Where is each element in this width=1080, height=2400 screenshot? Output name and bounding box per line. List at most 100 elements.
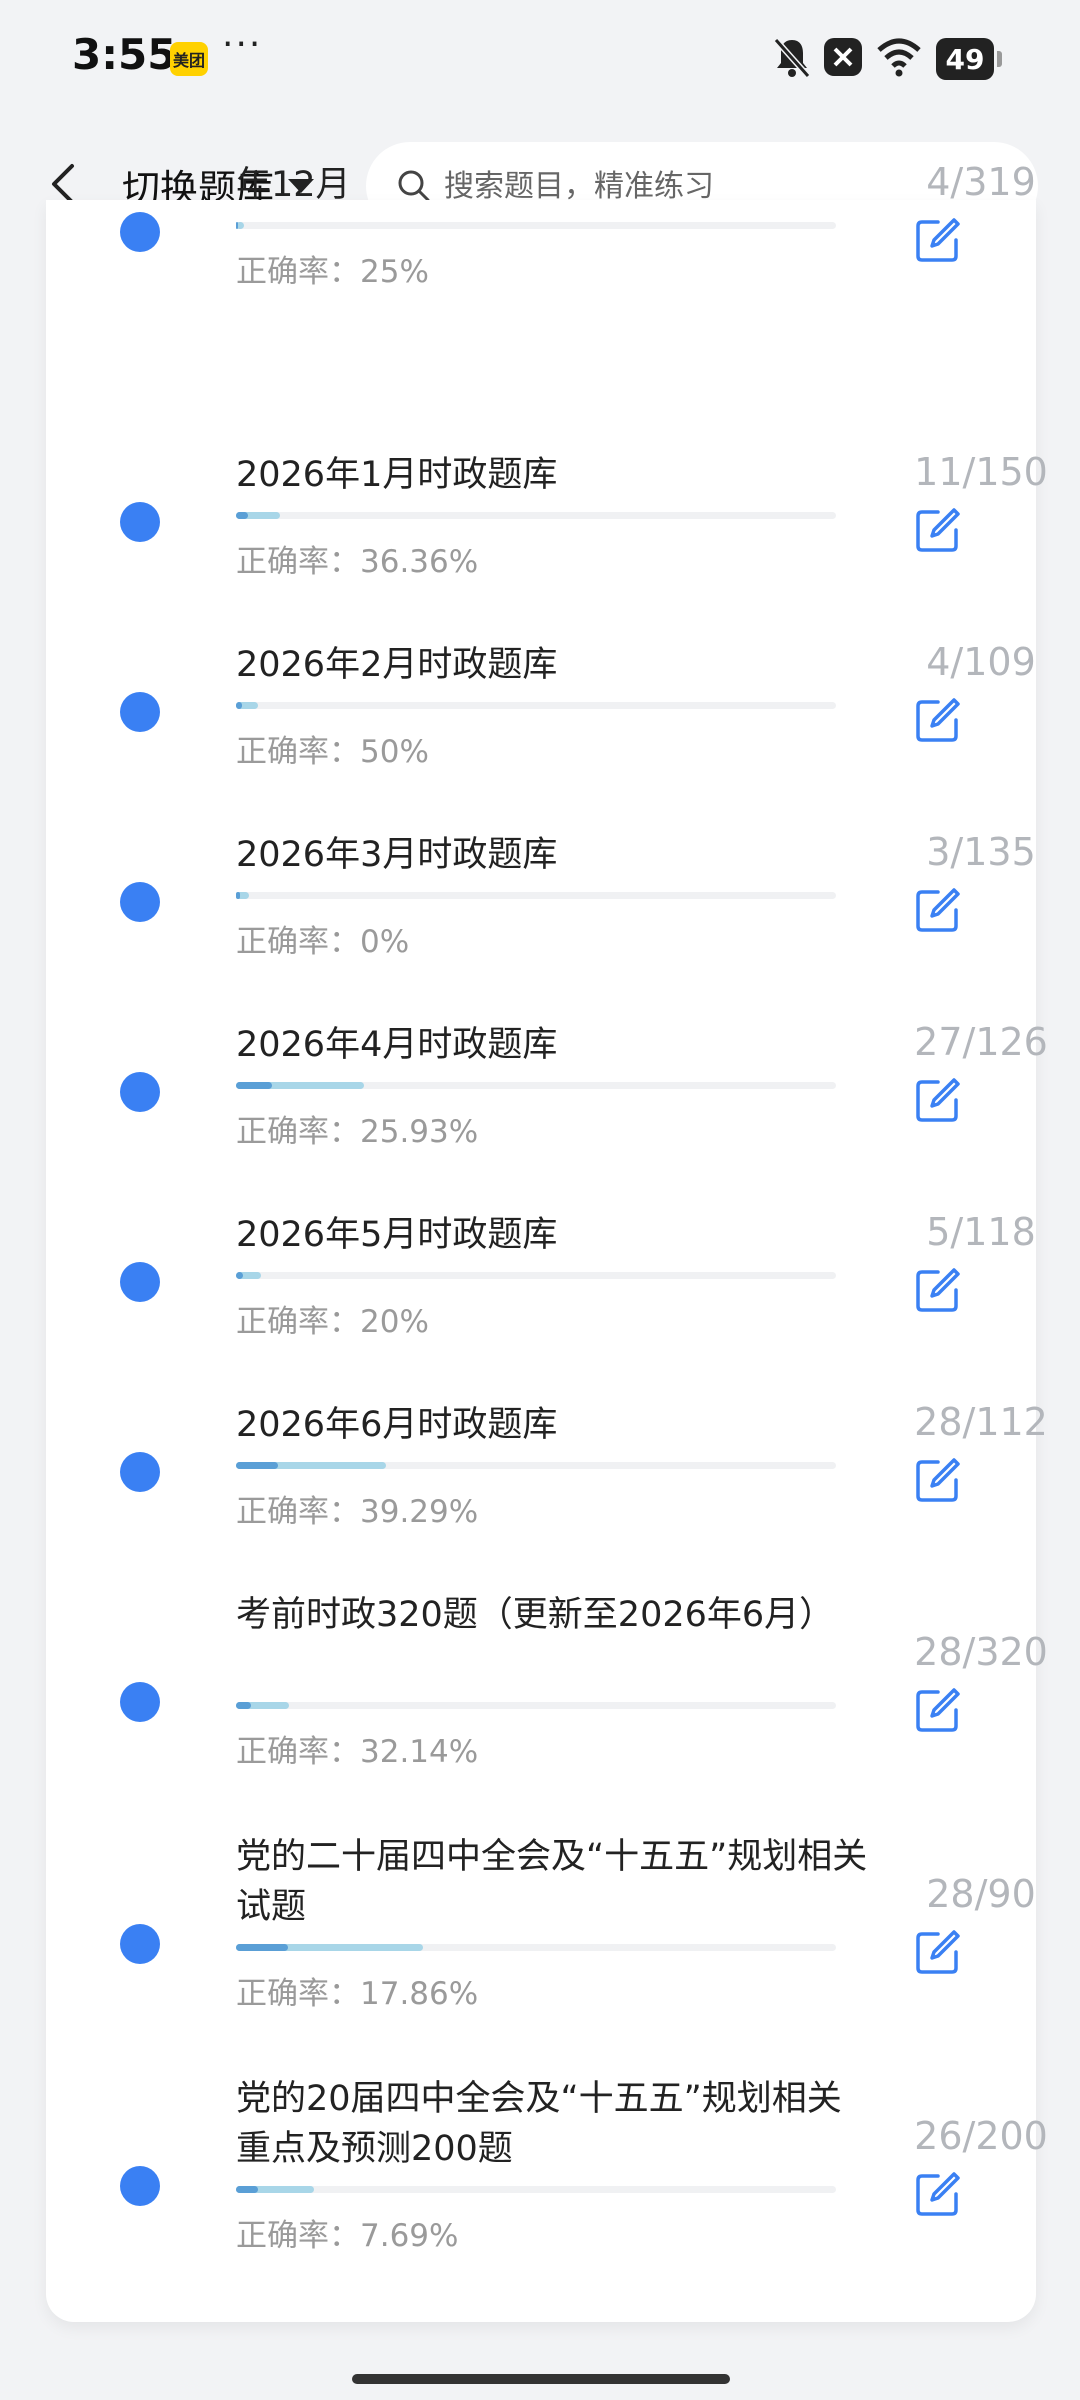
progress-bar: [236, 892, 836, 899]
progress-count: 11/150: [914, 450, 1048, 494]
progress-fill: [236, 1082, 365, 1089]
accuracy-text: 正确率：50%: [236, 726, 429, 771]
accuracy-value: 0%: [360, 924, 410, 960]
accuracy-value: 32.14%: [360, 1734, 479, 1770]
accuracy-text: 正确率：32.14%: [236, 1726, 478, 1771]
meituan-app-icon: 美团: [170, 42, 208, 76]
edit-practice-icon[interactable]: [914, 696, 962, 744]
progress-bar: [236, 1272, 836, 1279]
accuracy-value: 7.69%: [360, 2218, 459, 2254]
accuracy-label: 正确率：: [236, 1976, 360, 2012]
battery-icon: 49: [936, 38, 1002, 80]
accuracy-label: 正确率：: [236, 734, 360, 770]
accuracy-text: 正确率：0%: [236, 916, 409, 961]
item-title: 2026年2月时政题库: [236, 645, 558, 685]
accuracy-text: 正确率：20%: [236, 1296, 429, 1341]
accuracy-value: 17.86%: [360, 1976, 479, 2012]
edit-practice-icon[interactable]: [914, 506, 962, 554]
progress-fill: [236, 1272, 262, 1279]
progress-bar: [236, 2186, 836, 2193]
progress-count: 28/90: [926, 1872, 1036, 1916]
status-dot-icon: [120, 692, 160, 732]
accuracy-label: 正确率：: [236, 1734, 360, 1770]
status-dot-icon: [120, 212, 160, 252]
accuracy-value: 39.29%: [360, 1494, 479, 1530]
accuracy-label: 正确率：: [236, 544, 360, 580]
status-dot-icon: [120, 1452, 160, 1492]
progress-fill: [236, 1944, 423, 1951]
edit-practice-icon[interactable]: [914, 1928, 962, 1976]
progress-count: 3/135: [926, 830, 1036, 874]
progress-count: 26/200: [914, 2114, 1048, 2158]
progress-fill: [236, 1462, 386, 1469]
progress-fill: [236, 892, 250, 899]
accuracy-value: 36.36%: [360, 544, 479, 580]
progress-fill: [236, 512, 280, 519]
accuracy-text: 正确率：25%: [236, 246, 429, 291]
progress-count: 28/320: [914, 1630, 1048, 1674]
progress-fill: [236, 2186, 314, 2193]
progress-fill: [236, 702, 259, 709]
status-dot-icon: [120, 2166, 160, 2206]
item-title: 2026年1月时政题库: [236, 455, 558, 495]
edit-practice-icon[interactable]: [914, 216, 962, 264]
item-title: 党的20届四中全会及“十五五”规划相关重点及预测200题: [236, 2079, 842, 2169]
question-bank-list-card: 年12月 正确率：25% 4/319 2026年1月时政题库 正确率：36.36% 11/…: [46, 160, 1048, 2322]
progress-count: 27/126: [914, 1020, 1048, 1064]
item-title: 党的二十届四中全会及“十五五”规划相关试题: [236, 1837, 868, 1927]
home-indicator[interactable]: [352, 2374, 730, 2384]
progress-fill: [236, 1702, 289, 1709]
status-dot-icon: [120, 882, 160, 922]
more-notifications-icon: ···: [222, 24, 263, 65]
edit-practice-icon[interactable]: [914, 2170, 962, 2218]
edit-practice-icon[interactable]: [914, 1686, 962, 1734]
accuracy-value: 25.93%: [360, 1114, 479, 1150]
status-dot-icon: [120, 502, 160, 542]
status-time: 3:55: [72, 30, 177, 79]
progress-bar: [236, 1944, 836, 1951]
accuracy-label: 正确率：: [236, 254, 360, 290]
mute-bell-icon: [773, 38, 811, 78]
accuracy-value: 25%: [360, 254, 429, 290]
status-dot-icon: [120, 1682, 160, 1722]
progress-count: 28/112: [914, 1400, 1048, 1444]
accuracy-label: 正确率：: [236, 924, 360, 960]
accuracy-label: 正确率：: [236, 1304, 360, 1340]
edit-practice-icon[interactable]: [914, 1076, 962, 1124]
item-title: 考前时政320题（更新至2026年6月）: [236, 1595, 835, 1635]
accuracy-label: 正确率：: [236, 2218, 360, 2254]
progress-count: 5/118: [926, 1210, 1036, 1254]
accuracy-value: 20%: [360, 1304, 429, 1340]
progress-bar: [236, 512, 836, 519]
progress-bar: [236, 702, 836, 709]
accuracy-text: 正确率：39.29%: [236, 1486, 478, 1531]
no-sim-icon: [824, 38, 862, 76]
progress-bar: [236, 222, 836, 229]
edit-practice-icon[interactable]: [914, 1456, 962, 1504]
item-title: 2026年4月时政题库: [236, 1025, 558, 1065]
progress-count: 4/319: [926, 160, 1036, 204]
accuracy-label: 正确率：: [236, 1114, 360, 1150]
edit-practice-icon[interactable]: [914, 1266, 962, 1314]
accuracy-value: 50%: [360, 734, 429, 770]
wifi-icon: [877, 38, 921, 77]
accuracy-text: 正确率：7.69%: [236, 2210, 458, 2255]
edit-practice-icon[interactable]: [914, 886, 962, 934]
accuracy-text: 正确率：25.93%: [236, 1106, 478, 1151]
status-dot-icon: [120, 1262, 160, 1302]
status-dot-icon: [120, 1924, 160, 1964]
status-dot-icon: [120, 1072, 160, 1112]
progress-bar: [236, 1082, 836, 1089]
progress-fill: [236, 222, 244, 229]
progress-bar: [236, 1462, 836, 1469]
item-title: 年12月: [236, 165, 351, 205]
status-bar: 3:55 美团 ··· 49: [0, 0, 1080, 120]
accuracy-text: 正确率：17.86%: [236, 1968, 478, 2013]
accuracy-text: 正确率：36.36%: [236, 536, 478, 581]
item-title: 2026年3月时政题库: [236, 835, 558, 875]
progress-count: 4/109: [926, 640, 1036, 684]
progress-bar: [236, 1702, 836, 1709]
item-title: 2026年6月时政题库: [236, 1405, 558, 1445]
accuracy-label: 正确率：: [236, 1494, 360, 1530]
item-title: 2026年5月时政题库: [236, 1215, 558, 1255]
